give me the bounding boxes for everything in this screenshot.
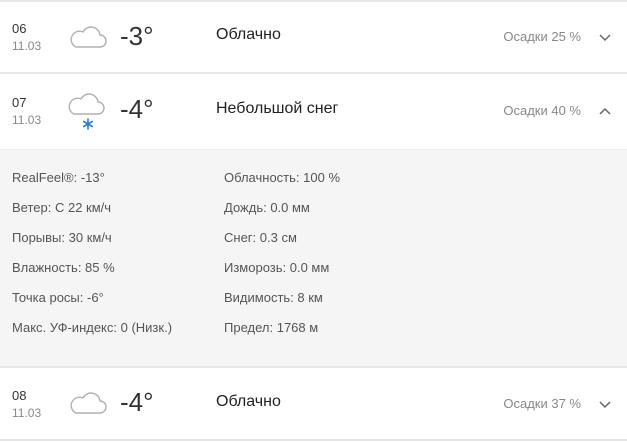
details-left-column: RealFeel®: -13° Ветер: С 22 км/ч Порывы:… — [12, 170, 172, 350]
forecast-temperature: -3° — [120, 21, 154, 51]
forecast-row-08[interactable]: 08 11.03 -4° Облачно Осадки 37 % — [0, 370, 627, 441]
detail-realfeel: RealFeel®: -13° — [12, 170, 105, 185]
forecast-date: 11.03 — [12, 406, 42, 420]
detail-uv-index: Макс. УФ-индекс: 0 (Низк.) — [12, 320, 173, 335]
forecast-hour: 08 — [12, 388, 27, 403]
forecast-date: 11.03 — [12, 113, 42, 127]
chevron-down-icon[interactable] — [598, 33, 612, 43]
forecast-precipitation: Осадки 25 % — [503, 29, 581, 44]
detail-wind: Ветер: С 22 км/ч — [12, 200, 112, 215]
detail-gusts: Порывы: 30 км/ч — [12, 230, 112, 245]
detail-ceiling: Предел: 1768 м — [224, 320, 319, 335]
detail-cloud-cover: Облачность: 100 % — [224, 170, 340, 185]
chevron-up-icon[interactable] — [598, 106, 612, 116]
forecast-phrase: Облачно — [216, 26, 281, 43]
detail-humidity: Влажность: 85 % — [12, 260, 115, 275]
detail-dew-point: Точка росы: -6° — [12, 290, 104, 305]
forecast-temperature: -4° — [120, 387, 154, 417]
detail-rain: Дождь: 0.0 мм — [224, 200, 310, 215]
forecast-details-panel: RealFeel®: -13° Ветер: С 22 км/ч Порывы:… — [0, 149, 627, 368]
forecast-phrase: Небольшой снег — [216, 100, 339, 117]
forecast-precipitation: Осадки 37 % — [503, 396, 581, 411]
cloud-snow-icon — [68, 93, 105, 130]
cloud-icon — [70, 392, 107, 414]
forecast-precipitation: Осадки 40 % — [503, 103, 581, 118]
forecast-hour: 07 — [12, 95, 27, 110]
forecast-hour: 06 — [12, 21, 27, 36]
forecast-temperature: -4° — [120, 94, 154, 124]
detail-snow: Снег: 0.3 см — [224, 230, 297, 245]
forecast-date: 11.03 — [12, 39, 42, 53]
chevron-down-icon[interactable] — [598, 400, 612, 410]
detail-ice: Изморозь: 0.0 мм — [224, 260, 330, 275]
forecast-phrase: Облачно — [216, 393, 281, 410]
cloud-icon — [70, 26, 107, 48]
forecast-row-06[interactable]: 06 11.03 -3° Облачно Осадки 25 % — [0, 2, 627, 74]
detail-visibility: Видимость: 8 км — [224, 290, 323, 305]
details-right-column: Облачность: 100 % Дождь: 0.0 мм Снег: 0.… — [224, 170, 340, 350]
forecast-row-07[interactable]: 07 11.03 -4° Небольшой снег Осадки 40 % — [0, 76, 627, 149]
